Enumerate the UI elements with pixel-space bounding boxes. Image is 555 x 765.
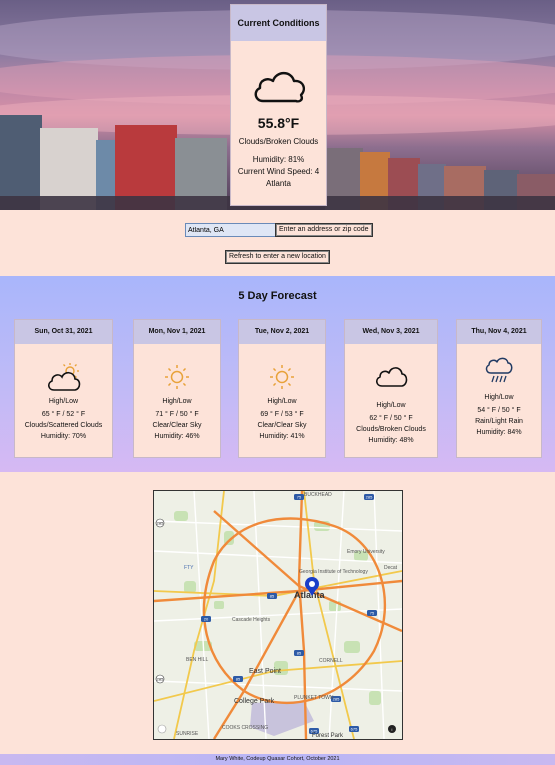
svg-text:BUCKHEAD: BUCKHEAD bbox=[304, 492, 332, 498]
forecast-description: Clouds/Broken Clouds bbox=[356, 426, 426, 433]
svg-text:CORNELL: CORNELL bbox=[319, 658, 343, 664]
svg-text:20: 20 bbox=[204, 617, 209, 622]
forecast-highlow-label: High/Low bbox=[48, 398, 79, 405]
sun-icon bbox=[134, 362, 220, 392]
partly-cloudy-icon bbox=[15, 362, 112, 392]
forecast-date: Mon, Nov 1, 2021 bbox=[134, 320, 220, 344]
forecast-description: Clear/Clear Sky bbox=[152, 422, 202, 429]
forecast-temps: 62 ° F / 50 ° F bbox=[369, 415, 413, 422]
forecast-highlow-label: High/Low bbox=[162, 398, 192, 405]
svg-text:Forest Park: Forest Park bbox=[312, 733, 344, 739]
svg-text:285: 285 bbox=[366, 495, 373, 500]
current-conditions-card: Current Conditions 55.8°F Clouds/Broken … bbox=[230, 4, 327, 206]
forecast-date: Tue, Nov 2, 2021 bbox=[239, 320, 325, 344]
svg-text:285: 285 bbox=[157, 677, 164, 682]
svg-text:Decat: Decat bbox=[384, 565, 398, 571]
forecast-card: Tue, Nov 2, 2021 High/Low 69 ° F / 53 ° … bbox=[238, 319, 326, 458]
forecast-humidity: Humidity: 41% bbox=[259, 433, 305, 440]
cloud-icon bbox=[345, 364, 437, 394]
forecast-description: Clear/Clear Sky bbox=[257, 422, 307, 429]
forecast-highlow-label: High/Low bbox=[484, 394, 514, 401]
svg-text:85: 85 bbox=[270, 594, 275, 599]
forecast-date: Sun, Oct 31, 2021 bbox=[15, 320, 112, 344]
forecast-card: Thu, Nov 4, 2021 High/Low 54 ° F / 50 ° … bbox=[456, 319, 542, 458]
hero-banner: Current Conditions 55.8°F Clouds/Broken … bbox=[0, 0, 555, 210]
svg-text:75: 75 bbox=[370, 611, 375, 616]
svg-text:75: 75 bbox=[297, 495, 302, 500]
refresh-button[interactable]: Refresh to enter a new location bbox=[225, 250, 330, 264]
svg-text:285: 285 bbox=[157, 521, 164, 526]
forecast-highlow-label: High/Low bbox=[267, 398, 297, 405]
forecast-humidity: Humidity: 46% bbox=[154, 433, 200, 440]
svg-text:SUNRISE: SUNRISE bbox=[176, 731, 199, 737]
forecast-humidity: Humidity: 48% bbox=[368, 437, 414, 444]
location-map[interactable]: 75 285 285 20 85 75 85 285 285 675 85 67… bbox=[153, 490, 403, 740]
current-location: Atlanta bbox=[266, 179, 291, 188]
current-humidity: Humidity: 81% bbox=[252, 155, 305, 164]
svg-text:FTY: FTY bbox=[184, 565, 194, 571]
forecast-description: Rain/Light Rain bbox=[475, 418, 523, 425]
forecast-temps: 71 ° F / 50 ° F bbox=[155, 411, 199, 418]
footer-credit: Mary White, Codeup Quasar Cohort, Octobe… bbox=[0, 754, 555, 765]
forecast-title: 5 Day Forecast bbox=[238, 290, 317, 302]
svg-text:College Park: College Park bbox=[234, 698, 275, 705]
svg-text:Emory University: Emory University bbox=[347, 549, 385, 555]
current-conditions-title: Current Conditions bbox=[231, 5, 326, 41]
forecast-humidity: Humidity: 84% bbox=[476, 429, 522, 436]
svg-text:COOKS CROSSING: COOKS CROSSING bbox=[222, 725, 268, 731]
sun-icon bbox=[239, 362, 325, 392]
current-description: Clouds/Broken Clouds bbox=[238, 137, 319, 146]
forecast-card: Wed, Nov 3, 2021 High/Low 62 ° F / 50 ° … bbox=[344, 319, 438, 458]
svg-text:East Point: East Point bbox=[249, 668, 281, 675]
forecast-date: Wed, Nov 3, 2021 bbox=[345, 320, 437, 344]
location-input[interactable] bbox=[185, 223, 277, 237]
forecast-date: Thu, Nov 4, 2021 bbox=[457, 320, 541, 344]
forecast-temps: 54 ° F / 50 ° F bbox=[477, 407, 521, 414]
current-temperature: 55.8°F bbox=[257, 115, 300, 131]
forecast-highlow-label: High/Low bbox=[376, 402, 406, 409]
svg-text:PLUNKET TOWN: PLUNKET TOWN bbox=[294, 695, 334, 701]
svg-text:85: 85 bbox=[297, 651, 302, 656]
svg-text:Georgia Institute of Technolog: Georgia Institute of Technology bbox=[299, 569, 368, 575]
forecast-card: Sun, Oct 31, 2021 High/Low 65 ° F / 52 °… bbox=[14, 319, 113, 458]
forecast-humidity: Humidity: 70% bbox=[40, 433, 87, 440]
forecast-section: 5 Day Forecast Sun, Oct 31, 2021 High/Lo… bbox=[0, 276, 555, 472]
rain-icon bbox=[457, 356, 541, 386]
svg-text:85: 85 bbox=[236, 677, 241, 682]
svg-text:i: i bbox=[392, 727, 393, 732]
forecast-temps: 65 ° F / 52 ° F bbox=[41, 411, 86, 418]
svg-text:675: 675 bbox=[351, 727, 358, 732]
forecast-description: Clouds/Scattered Clouds bbox=[24, 422, 103, 429]
svg-text:285: 285 bbox=[333, 697, 340, 702]
current-wind: Current Wind Speed: 4 bbox=[237, 167, 320, 176]
forecast-temps: 69 ° F / 53 ° F bbox=[260, 411, 304, 418]
svg-text:BEN HILL: BEN HILL bbox=[186, 657, 208, 663]
svg-text:Cascade Heights: Cascade Heights bbox=[232, 617, 271, 623]
enter-location-button[interactable]: Enter an address or zip code bbox=[275, 223, 373, 237]
cloud-icon bbox=[231, 67, 326, 109]
forecast-card: Mon, Nov 1, 2021 High/Low 71 ° F / 50 ° … bbox=[133, 319, 221, 458]
